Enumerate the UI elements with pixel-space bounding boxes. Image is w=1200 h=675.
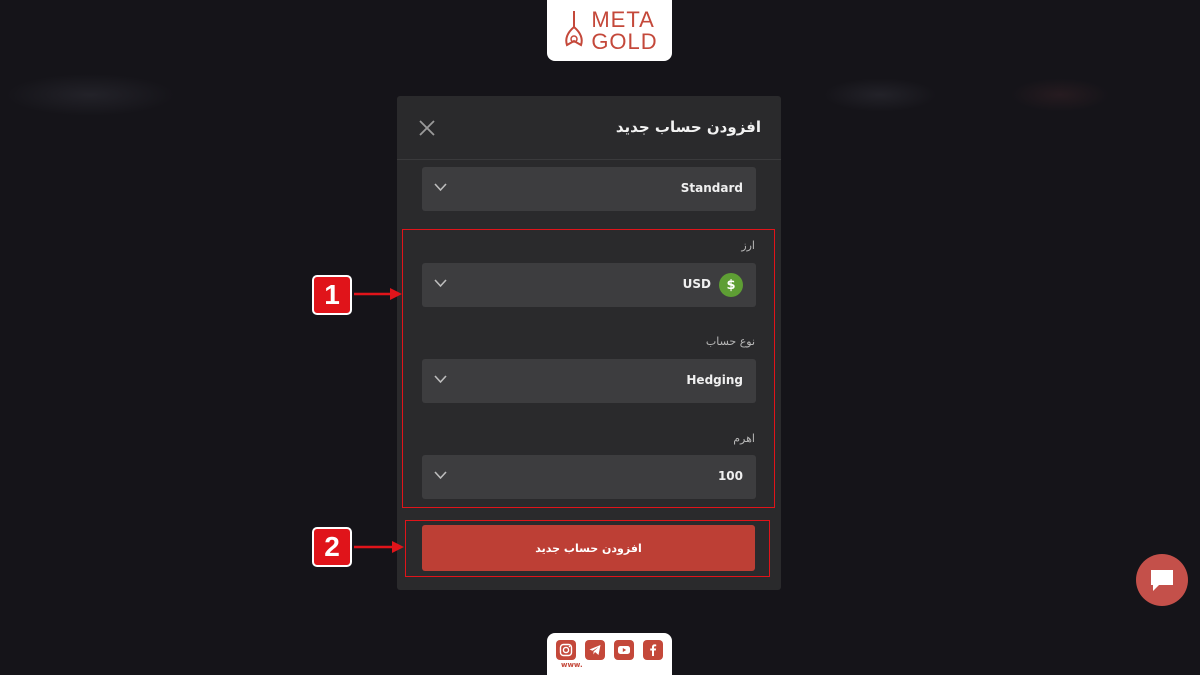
modal-header: افزودن حساب جدید <box>397 96 781 160</box>
chat-button[interactable] <box>1136 554 1188 606</box>
close-button[interactable] <box>417 118 437 138</box>
annotation-box-2 <box>405 520 770 577</box>
platform-select[interactable]: Standard <box>422 167 756 211</box>
logo-mark-icon <box>565 10 584 46</box>
instagram-icon[interactable] <box>556 640 576 660</box>
telegram-icon[interactable] <box>585 640 605 660</box>
website-prefix: www. <box>561 661 583 669</box>
logo-line-2: GOLD <box>591 28 658 54</box>
logo-text: META GOLD <box>591 6 658 54</box>
modal-title: افزودن حساب جدید <box>615 118 761 136</box>
youtube-icon[interactable] <box>614 640 634 660</box>
chat-bubble-icon <box>1151 570 1173 591</box>
annotation-arrow-2-icon <box>354 541 404 553</box>
facebook-icon[interactable] <box>643 640 663 660</box>
annotation-arrow-1-icon <box>354 288 402 300</box>
close-icon <box>419 120 435 136</box>
logo-line-1: META <box>591 6 655 32</box>
brand-logo: META GOLD <box>547 0 672 61</box>
annotation-box-1 <box>402 229 775 508</box>
platform-select-value: Standard <box>680 181 743 195</box>
chevron-down-icon <box>434 183 447 192</box>
social-links: www. <box>547 633 672 675</box>
annotation-badge-1: 1 <box>312 275 352 315</box>
annotation-badge-2: 2 <box>312 527 352 567</box>
